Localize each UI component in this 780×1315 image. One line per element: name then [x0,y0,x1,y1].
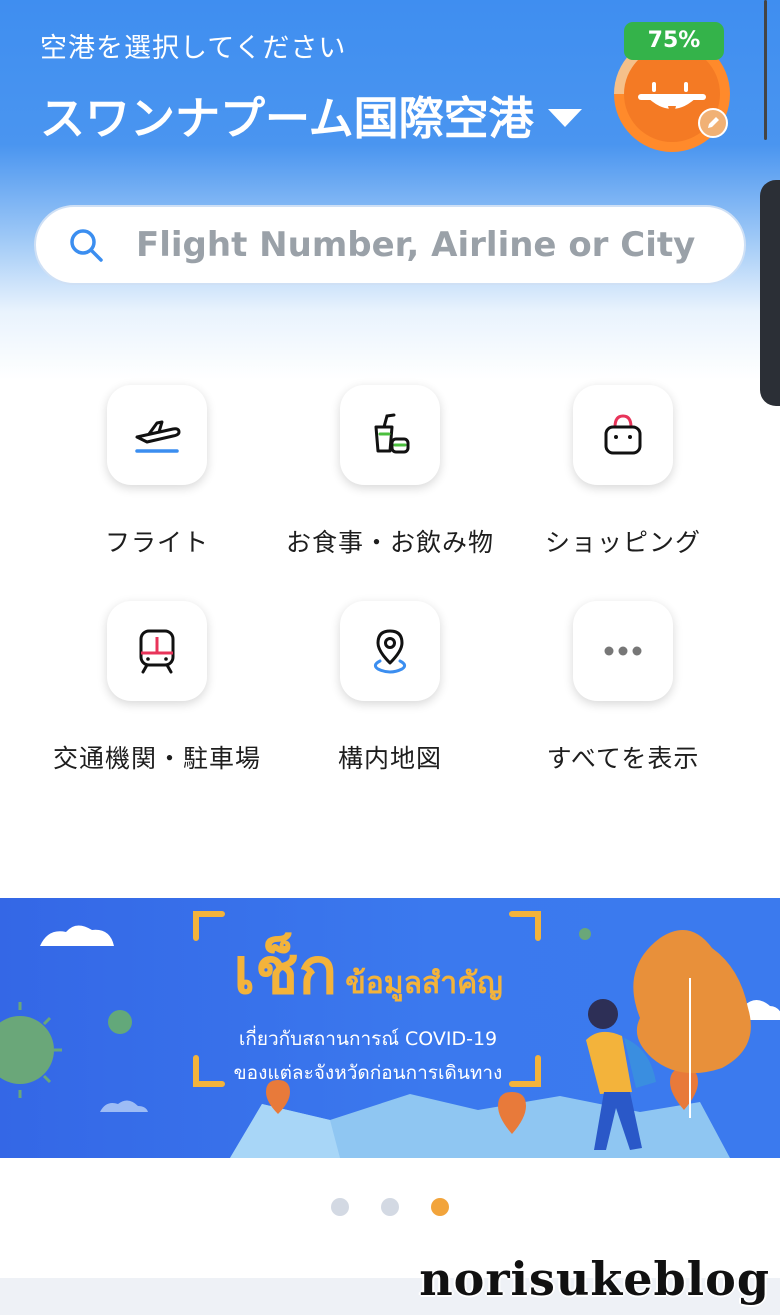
category-label: 構内地図 [337,744,442,773]
flight-tile[interactable] [107,385,207,485]
banner-text: เช็ก ข้อมูลสำคัญ เกี่ยวกับสถานการณ์ COVI… [208,920,528,1088]
carousel-indicator [0,1198,780,1216]
banner-headline-suffix: ข้อมูลสำคัญ [345,966,503,1001]
category-label: お食事・お飲み物 [285,528,494,557]
side-drawer-handle[interactable] [760,180,780,406]
select-airport-label: 空港を選択してください [40,33,347,64]
airplane-icon [135,420,181,453]
category-label: 交通機関・駐車場 [52,744,261,773]
category-label: ショッピング [544,528,701,557]
carousel-dot[interactable] [381,1198,399,1216]
profile-avatar[interactable]: 75% [612,22,738,152]
watermark: norisukeblog [419,1252,770,1306]
shopping-tile[interactable] [573,385,673,485]
shopping-bag-icon [604,414,642,455]
scrollbar[interactable] [764,0,767,140]
food-drink-tile[interactable] [340,385,440,485]
food-drink-icon [374,413,410,454]
category-label: フライト [104,528,209,557]
map-tile[interactable] [340,601,440,701]
more-icon [604,646,642,656]
banner-headline: เช็ก [233,935,338,1009]
search-input[interactable] [134,224,738,266]
show-all-tile[interactable] [573,601,673,701]
banner-line-1: เกี่ยวกับสถานการณ์ COVID-19 [238,1028,498,1050]
promo-banner[interactable]: เช็ก ข้อมูลสำคัญ เกี่ยวกับสถานการณ์ COVI… [0,898,780,1158]
edit-pencil-icon[interactable] [698,108,728,138]
category-shopping[interactable]: ショッピング [503,385,743,559]
category-transport[interactable]: 交通機関・駐車場 [37,601,277,775]
category-flight[interactable]: フライト [37,385,277,559]
search-bar[interactable] [34,205,746,285]
airport-selector[interactable]: スワンナプーム国際空港 [40,82,582,147]
train-icon [139,629,175,674]
profile-completion-badge: 75% [624,22,724,60]
banner-line-2: ของแต่ละจังหวัดก่อนการเดินทาง [233,1062,503,1084]
carousel-dot-active[interactable] [431,1198,449,1216]
search-icon [70,229,103,262]
transport-tile[interactable] [107,601,207,701]
category-label: すべてを表示 [546,744,700,773]
category-show-all[interactable]: すべてを表示 [503,601,743,775]
map-pin-icon [373,629,407,674]
category-terminal-map[interactable]: 構内地図 [270,601,510,775]
chevron-down-icon [547,108,582,127]
airport-name: スワンナプーム国際空港 [40,92,534,145]
category-food-drink[interactable]: お食事・お飲み物 [270,385,510,559]
carousel-dot[interactable] [331,1198,349,1216]
